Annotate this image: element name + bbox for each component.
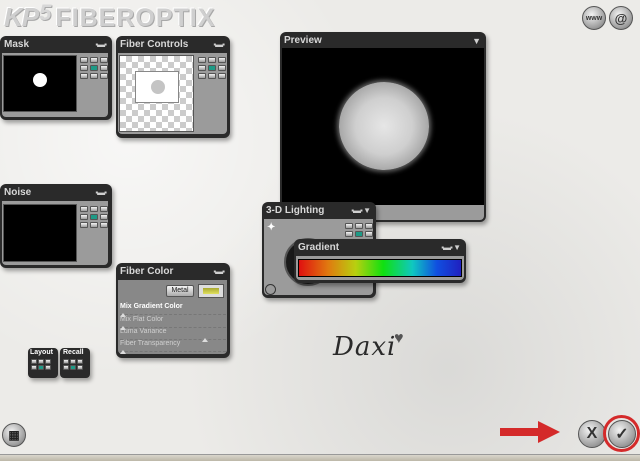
presets-button[interactable]: ▦ (2, 423, 26, 447)
lighting-menu-icon[interactable]: ▪▬▪ ▼ (351, 206, 371, 215)
mask-preview[interactable] (3, 55, 77, 112)
panel-menu-icon[interactable]: ▪▬▪ (213, 40, 225, 49)
noise-preview[interactable] (3, 204, 77, 262)
logo-version: 5 (39, 0, 52, 25)
logo-kp: KP (4, 2, 39, 32)
metal-button[interactable]: Metal (166, 285, 194, 297)
heart-icon: ♥ (394, 330, 404, 347)
recall-grid-icon (63, 359, 83, 370)
mask-button-grid[interactable] (80, 57, 108, 79)
close-icon: X (586, 425, 598, 442)
check-icon: ✓ (615, 426, 629, 443)
help-icon: @ (614, 10, 628, 26)
preview-menu-icon[interactable]: ▼ (472, 36, 481, 46)
web-icon: www (585, 14, 603, 22)
gradient-bar[interactable] (298, 259, 462, 277)
slider-label: Mix Gradient Color (120, 303, 183, 310)
mask-shape (33, 73, 47, 87)
layout-button[interactable]: Layout (28, 348, 58, 378)
flat-color-fill (203, 288, 219, 294)
lighting-title: 3-D Lighting (266, 205, 325, 216)
slider-label: Fiber Transparency (120, 340, 181, 347)
flat-color-swatch[interactable] (198, 284, 224, 298)
mask-panel: Mask ▪▬▪ (0, 36, 112, 120)
fiber-controls-frame (135, 71, 179, 103)
fiber-ball (339, 82, 429, 170)
grid-icon: ▦ (8, 428, 20, 442)
fiber-transparency-slider[interactable]: Fiber Transparency (120, 340, 226, 354)
lighting-button-grid[interactable] (345, 223, 373, 237)
logo-name: FIBEROPTIX (55, 4, 216, 32)
cancel-button[interactable]: X (578, 420, 606, 448)
fiber-controls-shape (151, 80, 165, 94)
recall-button[interactable]: Recall (60, 348, 90, 378)
lighting-reset-button[interactable] (265, 284, 276, 295)
arrow-icon (500, 421, 560, 443)
fiber-color-panel: Fiber Color ▪▬▪ Metal Mix Gradient Color… (116, 263, 230, 358)
panel-menu-icon[interactable]: ▪▬▪ (95, 188, 107, 197)
panel-menu-icon[interactable]: ▪▬▪ (95, 40, 107, 49)
slider-label: Luma Variance (120, 328, 167, 335)
noise-title: Noise (4, 187, 32, 198)
signature: Daxi (333, 332, 397, 362)
gradient-panel: Gradient ▪▬▪ ▼ (294, 239, 466, 283)
noise-button-grid[interactable] (80, 206, 108, 228)
fiber-controls-title: Fiber Controls (120, 39, 189, 50)
taskbar (0, 454, 640, 461)
mix-gradient-color-slider[interactable]: Mix Gradient Color (120, 303, 226, 317)
gradient-menu-icon[interactable]: ▪▬▪ ▼ (441, 243, 461, 252)
layout-label: Layout (30, 349, 53, 356)
noise-panel: Noise ▪▬▪ (0, 184, 112, 268)
slider-thumb[interactable] (120, 350, 126, 354)
metal-button-label: Metal (171, 287, 189, 294)
fiber-controls-panel: Fiber Controls ▪▬▪ (116, 36, 230, 138)
web-button[interactable]: www (582, 6, 606, 30)
slider-label: Mix Flat Color (120, 316, 164, 323)
light-bulb-icon[interactable]: ✦ (267, 222, 276, 234)
fiber-color-title: Fiber Color (120, 266, 174, 277)
panel-menu-icon[interactable]: ▪▬▪ (213, 267, 225, 276)
ok-button[interactable]: ✓ (608, 420, 636, 448)
preview-panel: Preview ▼ (280, 32, 486, 222)
mix-flat-color-slider[interactable]: Mix Flat Color (120, 316, 226, 330)
preview-title: Preview (284, 35, 322, 46)
luma-variance-slider[interactable]: Luma Variance (120, 328, 226, 342)
preview-canvas[interactable] (282, 48, 484, 205)
recall-label: Recall (63, 349, 84, 356)
help-button[interactable]: @ (609, 6, 633, 30)
layout-grid-icon (31, 359, 51, 370)
fiber-controls-button-grid[interactable] (198, 57, 226, 79)
app-logo: KP 5 FIBEROPTIX (4, 0, 216, 34)
fiber-controls-canvas[interactable] (119, 55, 194, 132)
mask-title: Mask (4, 39, 30, 50)
gradient-title: Gradient (298, 242, 340, 253)
